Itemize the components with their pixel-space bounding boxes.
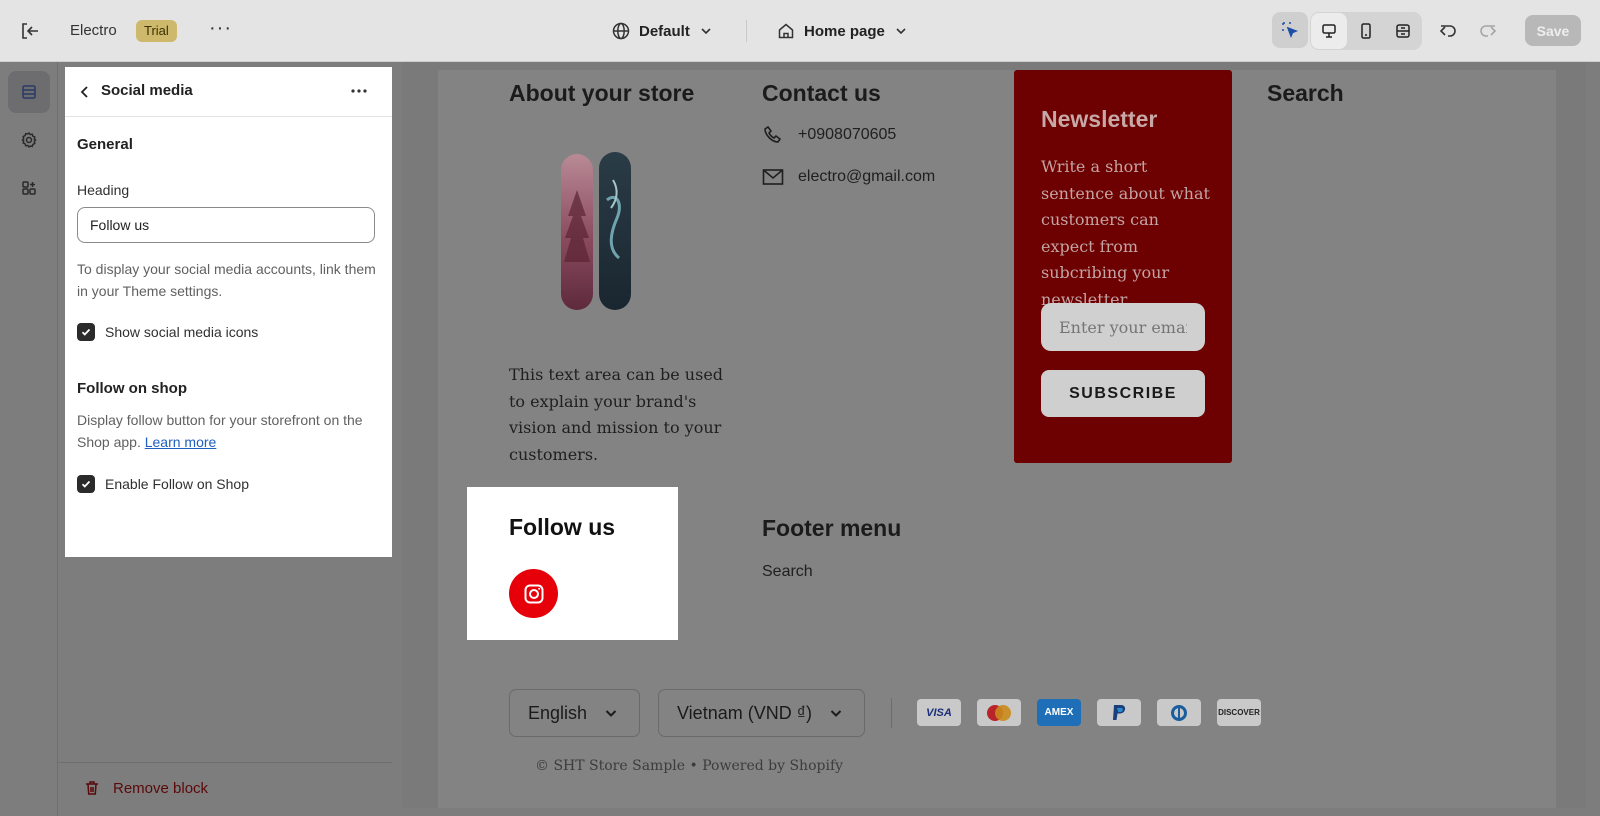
sections-button[interactable] (8, 71, 50, 113)
remove-block-row: Remove block (59, 762, 392, 816)
remove-block-label: Remove block (113, 779, 209, 797)
contact-title: Contact us (762, 80, 881, 106)
visa-icon: VISA (917, 699, 961, 726)
theme-label: Default (639, 22, 690, 40)
chevron-down-icon (605, 710, 617, 717)
trial-badge: Trial (136, 20, 177, 42)
learn-more-link[interactable]: Learn more (145, 434, 217, 450)
settings-button[interactable] (8, 119, 50, 161)
about-title: About your store (509, 80, 695, 106)
contact-email: electro@gmail.com (798, 168, 936, 185)
back-button[interactable] (73, 80, 97, 104)
newsletter-title: Newsletter (1041, 106, 1158, 132)
contact-email-row: electro@gmail.com (762, 168, 935, 186)
apps-icon (22, 181, 36, 195)
redo-icon[interactable] (1476, 19, 1500, 43)
follow-shop-help-text: Display follow button for your storefron… (77, 412, 363, 450)
copyright-text: © SHT Store Sample • Powered by Shopify (535, 758, 844, 774)
follow-shop-section-title: Follow on shop (77, 380, 187, 397)
page-label: Home page (804, 22, 885, 40)
chevron-down-icon (701, 28, 711, 35)
more-icon[interactable]: ··· (209, 18, 233, 40)
panel-title: Social media (101, 82, 193, 99)
chevron-down-icon (896, 28, 906, 35)
store-name: Electro (70, 22, 117, 39)
home-icon (778, 23, 794, 39)
desktop-view-button[interactable] (1311, 13, 1347, 49)
divider (746, 20, 747, 42)
footer-menu-link[interactable]: Search (762, 563, 813, 581)
newsletter-email-input[interactable] (1041, 303, 1205, 351)
gear-icon (21, 131, 37, 149)
footer-menu-title: Footer menu (762, 515, 902, 541)
amex-icon: AMEX (1037, 699, 1081, 726)
top-bar: Electro Trial ··· Default Home page Save (0, 0, 1600, 62)
theme-selector[interactable]: Default (611, 19, 714, 43)
page-selector[interactable]: Home page (776, 19, 909, 43)
discover-icon: DISCOVER (1217, 699, 1261, 726)
about-text: This text area can be used to explain yo… (509, 365, 724, 464)
mobile-icon (1361, 23, 1371, 39)
device-toggle-group (1310, 12, 1422, 50)
show-social-icons-checkbox[interactable]: Show social media icons (77, 323, 258, 341)
general-section-title: General (77, 136, 133, 153)
exit-icon[interactable] (18, 19, 42, 43)
sections-icon (22, 85, 36, 99)
diners-club-icon (1157, 699, 1201, 726)
newsletter-block: Newsletter Write a short sentence about … (1014, 70, 1232, 463)
fullscreen-view-button[interactable] (1385, 13, 1421, 49)
divider (891, 698, 892, 728)
remove-block-button[interactable]: Remove block (83, 779, 208, 797)
follow-us-block[interactable]: Follow us (467, 487, 678, 640)
mail-icon (762, 169, 784, 185)
language-select[interactable]: English (509, 689, 640, 737)
newsletter-text: Write a short sentence about what custom… (1041, 157, 1210, 309)
checkbox-checked-icon (77, 323, 95, 341)
fullscreen-icon (1396, 24, 1410, 38)
language-value: English (528, 702, 588, 723)
country-select[interactable]: Vietnam (VND ₫) (658, 689, 865, 737)
enable-follow-label: Enable Follow on Shop (105, 476, 249, 492)
country-value: Vietnam (VND ₫) (677, 702, 812, 723)
snowboard-image (561, 152, 631, 310)
view-controls (1272, 12, 1422, 50)
panel-more-button[interactable] (347, 79, 371, 103)
heading-input[interactable] (77, 207, 375, 243)
apps-button[interactable] (8, 167, 50, 209)
panel-header: Social media (65, 67, 392, 117)
more-horizontal-icon (351, 89, 367, 93)
left-rail (0, 62, 58, 816)
inspector-toggle[interactable] (1272, 12, 1308, 48)
search-title: Search (1267, 80, 1344, 106)
save-button[interactable]: Save (1525, 15, 1581, 46)
desktop-icon (1322, 24, 1336, 38)
enable-follow-checkbox[interactable]: Enable Follow on Shop (77, 475, 249, 493)
mobile-view-button[interactable] (1348, 13, 1384, 49)
social-help-text: To display your social media accounts, l… (77, 261, 376, 299)
contact-phone-row: +0908070605 (762, 124, 896, 146)
chevron-left-icon (80, 86, 88, 98)
phone-icon (764, 125, 782, 143)
select-cursor-icon (1282, 22, 1299, 39)
chevron-down-icon (830, 710, 842, 717)
show-social-icons-label: Show social media icons (105, 324, 259, 340)
follow-shop-help: Display follow button for your storefron… (77, 409, 377, 453)
heading-label: Heading (77, 182, 130, 198)
block-settings-panel: Social media General Heading To display … (65, 67, 392, 557)
subscribe-button[interactable]: SUBSCRIBE (1041, 370, 1205, 417)
instagram-icon[interactable] (509, 569, 558, 618)
undo-icon[interactable] (1436, 19, 1460, 43)
paypal-icon (1097, 699, 1141, 726)
follow-us-title: Follow us (509, 514, 616, 540)
trash-icon (86, 781, 98, 795)
mastercard-icon (977, 699, 1021, 726)
checkbox-checked-icon (77, 475, 95, 493)
contact-phone: +0908070605 (798, 126, 897, 143)
globe-icon (612, 22, 630, 40)
